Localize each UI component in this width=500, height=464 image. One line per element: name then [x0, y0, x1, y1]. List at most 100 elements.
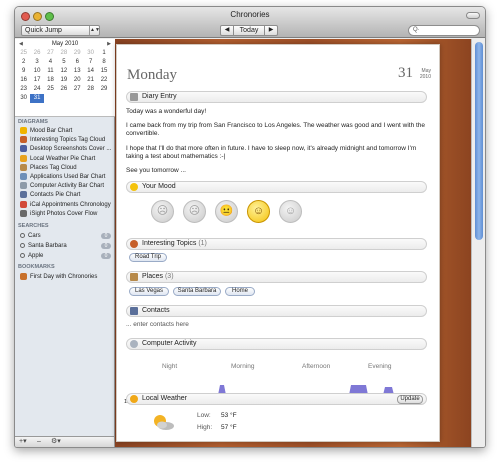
diary-line[interactable]: Today was a wonderful day! — [126, 108, 426, 116]
scrollbar-thumb[interactable] — [475, 42, 483, 240]
weather-update-button[interactable]: Update — [397, 395, 423, 404]
calendar-day[interactable]: 19 — [57, 76, 70, 85]
diary-line[interactable]: I came back from my trip from San Franci… — [126, 122, 426, 138]
mood-face-icon[interactable]: 😐 — [215, 200, 238, 223]
calendar-day[interactable]: 21 — [84, 76, 97, 85]
calendar-day[interactable]: 27 — [44, 49, 57, 58]
activity-period-label: Night — [162, 363, 178, 370]
sidebar-item-diagram[interactable]: Computer Activity Bar Chart — [20, 182, 114, 190]
remove-button[interactable]: – — [37, 438, 41, 446]
calendar-day[interactable]: 14 — [84, 67, 97, 76]
calendar-day[interactable]: 26 — [30, 49, 43, 58]
sidebar-item-diagram[interactable]: Desktop Screenshots Cover ... — [20, 145, 114, 153]
sidebar-item-label: Cars — [28, 233, 41, 239]
quick-jump-popup[interactable]: Quick Jump ▲▼ — [21, 25, 100, 36]
diagram-icon — [20, 154, 27, 162]
calendar-day[interactable]: 8 — [97, 58, 110, 67]
activity-period-label: Evening — [368, 363, 392, 370]
sidebar-item-diagram[interactable]: Interesting Topics Tag Cloud — [20, 136, 114, 144]
sidebar-item-diagram[interactable]: Mood Bar Chart — [20, 127, 114, 135]
calendar-day[interactable]: 31 — [30, 94, 44, 103]
sidebar-item-diagram[interactable]: Local Weather Pie Chart — [20, 154, 114, 163]
diary-entry-header[interactable]: Diary Entry — [126, 91, 427, 103]
place-tag[interactable]: Santa Barbara — [173, 287, 221, 296]
local-weather-header[interactable]: Local Weather — [126, 393, 427, 405]
sidebar-item-diagram[interactable]: iSight Photos Cover Flow — [20, 209, 114, 218]
calendar-day[interactable]: 30 — [84, 49, 97, 58]
sidebar-item-search[interactable]: Apple 0 — [20, 252, 114, 260]
toolbar-toggle-button[interactable] — [466, 12, 480, 19]
calendar-day[interactable]: 16 — [17, 76, 30, 85]
sidebar-item-search[interactable]: Cars 0 — [20, 232, 114, 240]
calendar-day[interactable]: 12 — [57, 67, 70, 76]
sidebar-item-bookmark[interactable]: First Day with Chronories — [20, 273, 114, 281]
place-tag[interactable]: Home — [225, 287, 255, 296]
calendar-day[interactable] — [84, 94, 97, 103]
topic-tag[interactable]: Road Trip — [129, 253, 167, 262]
calendar-day[interactable] — [97, 94, 110, 103]
sidebar-bottom-bar: +▾ – ⚙▾ — [15, 436, 115, 447]
calendar-day[interactable]: 17 — [30, 76, 43, 85]
calendar-day[interactable]: 28 — [57, 49, 70, 58]
calendar-day[interactable] — [44, 94, 57, 103]
gear-icon[interactable]: ⚙▾ — [51, 438, 61, 446]
mood-face-icon[interactable]: ☹ — [151, 200, 174, 223]
calendar-day[interactable]: 22 — [97, 76, 110, 85]
calendar-day[interactable]: 11 — [44, 67, 57, 76]
diary-line[interactable]: See you tomorrow ... — [126, 167, 426, 175]
activity-timeline: NightMorningAfternoonEvening12:00 AM3:00… — [124, 363, 429, 405]
calendar-day[interactable] — [57, 94, 70, 103]
topics-header[interactable]: Interesting Topics (1) — [126, 238, 427, 250]
calendar-day[interactable]: 5 — [57, 58, 70, 67]
calendar-day[interactable]: 26 — [57, 85, 70, 94]
calendar-day[interactable]: 4 — [44, 58, 57, 67]
mood-face-icon[interactable]: ☺ — [247, 200, 270, 223]
previous-day-button[interactable]: ◀ — [220, 25, 234, 36]
next-day-button[interactable]: ▶ — [264, 25, 278, 36]
calendar-day[interactable]: 23 — [17, 85, 30, 94]
calendar-day[interactable]: 13 — [71, 67, 84, 76]
sidebar-item-diagram[interactable]: Places Tag Cloud — [20, 163, 114, 172]
mood-face-icon[interactable]: ☺ — [279, 200, 302, 223]
calendar-day[interactable]: 2 — [17, 58, 30, 67]
calendar-day[interactable]: 3 — [30, 58, 43, 67]
places-header[interactable]: Places (3) — [126, 271, 427, 283]
calendar-day[interactable]: 30 — [17, 94, 30, 103]
calendar-next-icon[interactable]: ▶ — [107, 41, 111, 47]
calendar-day[interactable]: 7 — [84, 58, 97, 67]
calendar-day[interactable]: 20 — [71, 76, 84, 85]
search-field[interactable]: Q· — [408, 25, 480, 36]
today-button[interactable]: Today — [233, 25, 265, 36]
calendar-day[interactable]: 25 — [44, 85, 57, 94]
calendar-day[interactable]: 9 — [17, 67, 30, 76]
mood-face-icon[interactable]: ☹ — [183, 200, 206, 223]
diary-line[interactable]: I hope that I'll do that more often in f… — [126, 145, 426, 161]
calendar-day[interactable]: 18 — [44, 76, 57, 85]
calendar-day[interactable]: 25 — [17, 49, 30, 58]
calendar-day[interactable]: 29 — [71, 49, 84, 58]
vertical-scrollbar[interactable] — [471, 39, 485, 447]
calendar-day[interactable]: 15 — [97, 67, 110, 76]
calendar-day[interactable]: 6 — [71, 58, 84, 67]
calendar-day[interactable]: 28 — [84, 85, 97, 94]
sidebar-item-search[interactable]: Santa Barbara 0 — [20, 242, 114, 250]
calendar-day[interactable]: 24 — [30, 85, 43, 94]
sidebar-item-diagram[interactable]: iCal Appointments Chronology — [20, 200, 114, 209]
add-button[interactable]: +▾ — [19, 438, 27, 446]
contacts-field[interactable]: ... enter contacts here — [126, 321, 426, 329]
place-tag[interactable]: Las Vegas — [129, 287, 169, 296]
computer-activity-header[interactable]: Computer Activity — [126, 338, 427, 350]
sidebar-item-diagram[interactable]: Applications Used Bar Chart — [20, 173, 114, 181]
diagram-icon — [20, 136, 27, 144]
sidebar-item-diagram[interactable]: Contacts Pie Chart — [20, 191, 114, 199]
diagram-icon — [20, 163, 27, 171]
calendar-day[interactable]: 10 — [30, 67, 43, 76]
calendar-day[interactable]: 27 — [71, 85, 84, 94]
diagram-icon — [20, 200, 27, 208]
calendar-day[interactable]: 1 — [97, 49, 110, 58]
mood-header[interactable]: Your Mood — [126, 181, 427, 193]
calendar-day[interactable] — [71, 94, 84, 103]
contacts-header[interactable]: Contacts — [126, 305, 427, 317]
calendar-day[interactable]: 29 — [97, 85, 110, 94]
sidebar-item-label: iCal Appointments Chronology — [30, 201, 111, 208]
